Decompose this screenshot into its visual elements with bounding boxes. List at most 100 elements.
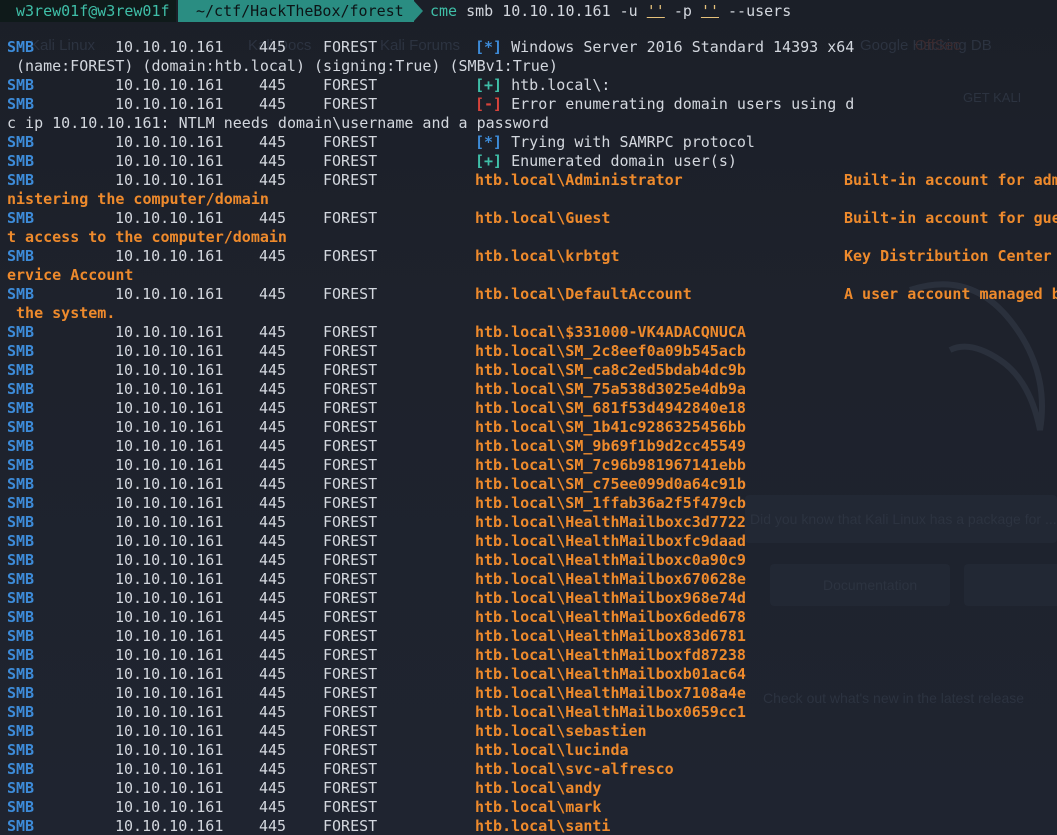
- user-row: SMB 10.10.10.161 445 FOREST htb.local\SM_7c9…: [0, 456, 1057, 475]
- protocol-label: SMB: [7, 798, 35, 816]
- status-tag: [*]: [475, 38, 503, 56]
- domain-user: htb.local\SM_75a538d3025e4db9a: [475, 380, 746, 398]
- user-row: SMB 10.10.10.161 445 FOREST htb.local\Health…: [0, 589, 1057, 608]
- protocol-label: SMB: [7, 608, 35, 626]
- terminal-window[interactable]: Kali Linux Kali Docs Kali Forums Google …: [0, 0, 1057, 835]
- target-ip: 10.10.10.161: [115, 171, 224, 189]
- domain-user: htb.local\andy: [475, 779, 602, 797]
- target-ip: 10.10.10.161: [115, 247, 224, 265]
- target-ip: 10.10.10.161: [115, 570, 224, 588]
- target-hostname: FOREST: [323, 779, 378, 797]
- target-ip: 10.10.10.161: [115, 209, 224, 227]
- user-row: SMB 10.10.10.161 445 FOREST htb.local\SM_1b4…: [0, 418, 1057, 437]
- target-hostname: FOREST: [323, 209, 378, 227]
- target-ip: 10.10.10.161: [115, 95, 224, 113]
- target-ip: 10.10.10.161: [115, 152, 224, 170]
- command-args-pre: smb 10.10.10.161 -u: [457, 2, 647, 20]
- user-description: Built-in account for adm: [844, 171, 1057, 189]
- user-row-wrap: ervice Account: [0, 266, 1057, 285]
- target-ip: 10.10.10.161: [115, 494, 224, 512]
- target-port: 445: [259, 513, 287, 531]
- command-line[interactable]: cme smb 10.10.10.161 -u '' -p '' --users: [430, 0, 791, 22]
- target-hostname: FOREST: [323, 589, 378, 607]
- target-port: 445: [259, 741, 287, 759]
- protocol-label: SMB: [7, 437, 35, 455]
- user-row-wrap: t access to the computer/domain: [0, 228, 1057, 247]
- target-hostname: FOREST: [323, 646, 378, 664]
- target-port: 445: [259, 380, 287, 398]
- target-port: 445: [259, 760, 287, 778]
- user-row: SMB 10.10.10.161 445 FOREST htb.local\Admini…: [0, 171, 1057, 190]
- target-hostname: FOREST: [323, 817, 378, 835]
- target-hostname: FOREST: [323, 437, 378, 455]
- protocol-label: SMB: [7, 475, 35, 493]
- protocol-label: SMB: [7, 494, 35, 512]
- target-hostname: FOREST: [323, 703, 378, 721]
- status-message: [*] Windows Server 2016 Standard 14393 x…: [475, 38, 854, 57]
- target-ip: 10.10.10.161: [115, 627, 224, 645]
- target-port: 445: [259, 323, 287, 341]
- user-description: Key Distribution Center: [844, 247, 1052, 265]
- user-row: SMB 10.10.10.161 445 FOREST htb.local\SM_1ff…: [0, 494, 1057, 513]
- target-hostname: FOREST: [323, 513, 378, 531]
- status-text: Enumerated domain user(s): [502, 152, 737, 170]
- status-message: [-] Error enumerating domain users using…: [475, 95, 854, 114]
- user-row: SMB 10.10.10.161 445 FOREST htb.local\Health…: [0, 646, 1057, 665]
- target-ip: 10.10.10.161: [115, 133, 224, 151]
- user-description: A user account managed b: [844, 285, 1057, 303]
- target-hostname: FOREST: [323, 171, 378, 189]
- target-hostname: FOREST: [323, 380, 378, 398]
- target-ip: 10.10.10.161: [115, 38, 224, 56]
- target-port: 445: [259, 361, 287, 379]
- target-port: 445: [259, 38, 287, 56]
- target-hostname: FOREST: [323, 323, 378, 341]
- target-ip: 10.10.10.161: [115, 342, 224, 360]
- target-port: 445: [259, 76, 287, 94]
- target-port: 445: [259, 437, 287, 455]
- target-port: 445: [259, 627, 287, 645]
- protocol-label: SMB: [7, 209, 35, 227]
- status-tag: [+]: [475, 152, 503, 170]
- target-hostname: FOREST: [323, 475, 378, 493]
- target-port: 445: [259, 589, 287, 607]
- domain-user: htb.local\krbtgt: [475, 247, 620, 265]
- command-name: cme: [430, 2, 458, 20]
- domain-user: htb.local\DefaultAccount: [475, 285, 692, 303]
- protocol-label: SMB: [7, 323, 35, 341]
- protocol-label: SMB: [7, 171, 35, 189]
- protocol-label: SMB: [7, 760, 35, 778]
- target-ip: 10.10.10.161: [115, 817, 224, 835]
- target-port: 445: [259, 95, 287, 113]
- protocol-label: SMB: [7, 570, 35, 588]
- target-hostname: FOREST: [323, 551, 378, 569]
- target-ip: 10.10.10.161: [115, 456, 224, 474]
- target-port: 445: [259, 570, 287, 588]
- target-ip: 10.10.10.161: [115, 418, 224, 436]
- user-row-wrap: the system.: [0, 304, 1057, 323]
- status-text: Error enumerating domain users using d: [502, 95, 855, 113]
- target-hostname: FOREST: [323, 532, 378, 550]
- user-description-wrap: t access to the computer/domain: [7, 228, 287, 246]
- target-ip: 10.10.10.161: [115, 608, 224, 626]
- target-hostname: FOREST: [323, 38, 378, 56]
- protocol-label: SMB: [7, 342, 35, 360]
- user-row: SMB 10.10.10.161 445 FOREST htb.local\SM_2c8…: [0, 342, 1057, 361]
- target-hostname: FOREST: [323, 665, 378, 683]
- domain-user: htb.local\HealthMailboxc3d7722: [475, 513, 746, 531]
- domain-user: htb.local\SM_1ffab36a2f5f479cb: [475, 494, 746, 512]
- status-message: [+] Enumerated domain user(s): [475, 152, 737, 171]
- target-ip: 10.10.10.161: [115, 532, 224, 550]
- target-ip: 10.10.10.161: [115, 741, 224, 759]
- host-info-wrap: (name:FOREST) (domain:htb.local) (signin…: [16, 57, 558, 75]
- target-hostname: FOREST: [323, 361, 378, 379]
- user-row: SMB 10.10.10.161 445 FOREST htb.local\santi: [0, 817, 1057, 835]
- domain-user: htb.local\HealthMailbox968e74d: [475, 589, 746, 607]
- user-row: SMB 10.10.10.161 445 FOREST htb.local\Health…: [0, 570, 1057, 589]
- target-port: 445: [259, 665, 287, 683]
- error-wrap: c ip 10.10.10.161: NTLM needs domain\use…: [7, 114, 549, 132]
- target-hostname: FOREST: [323, 95, 378, 113]
- target-port: 445: [259, 817, 287, 835]
- domain-user: htb.local\Guest: [475, 209, 611, 227]
- protocol-label: SMB: [7, 285, 35, 303]
- target-port: 445: [259, 646, 287, 664]
